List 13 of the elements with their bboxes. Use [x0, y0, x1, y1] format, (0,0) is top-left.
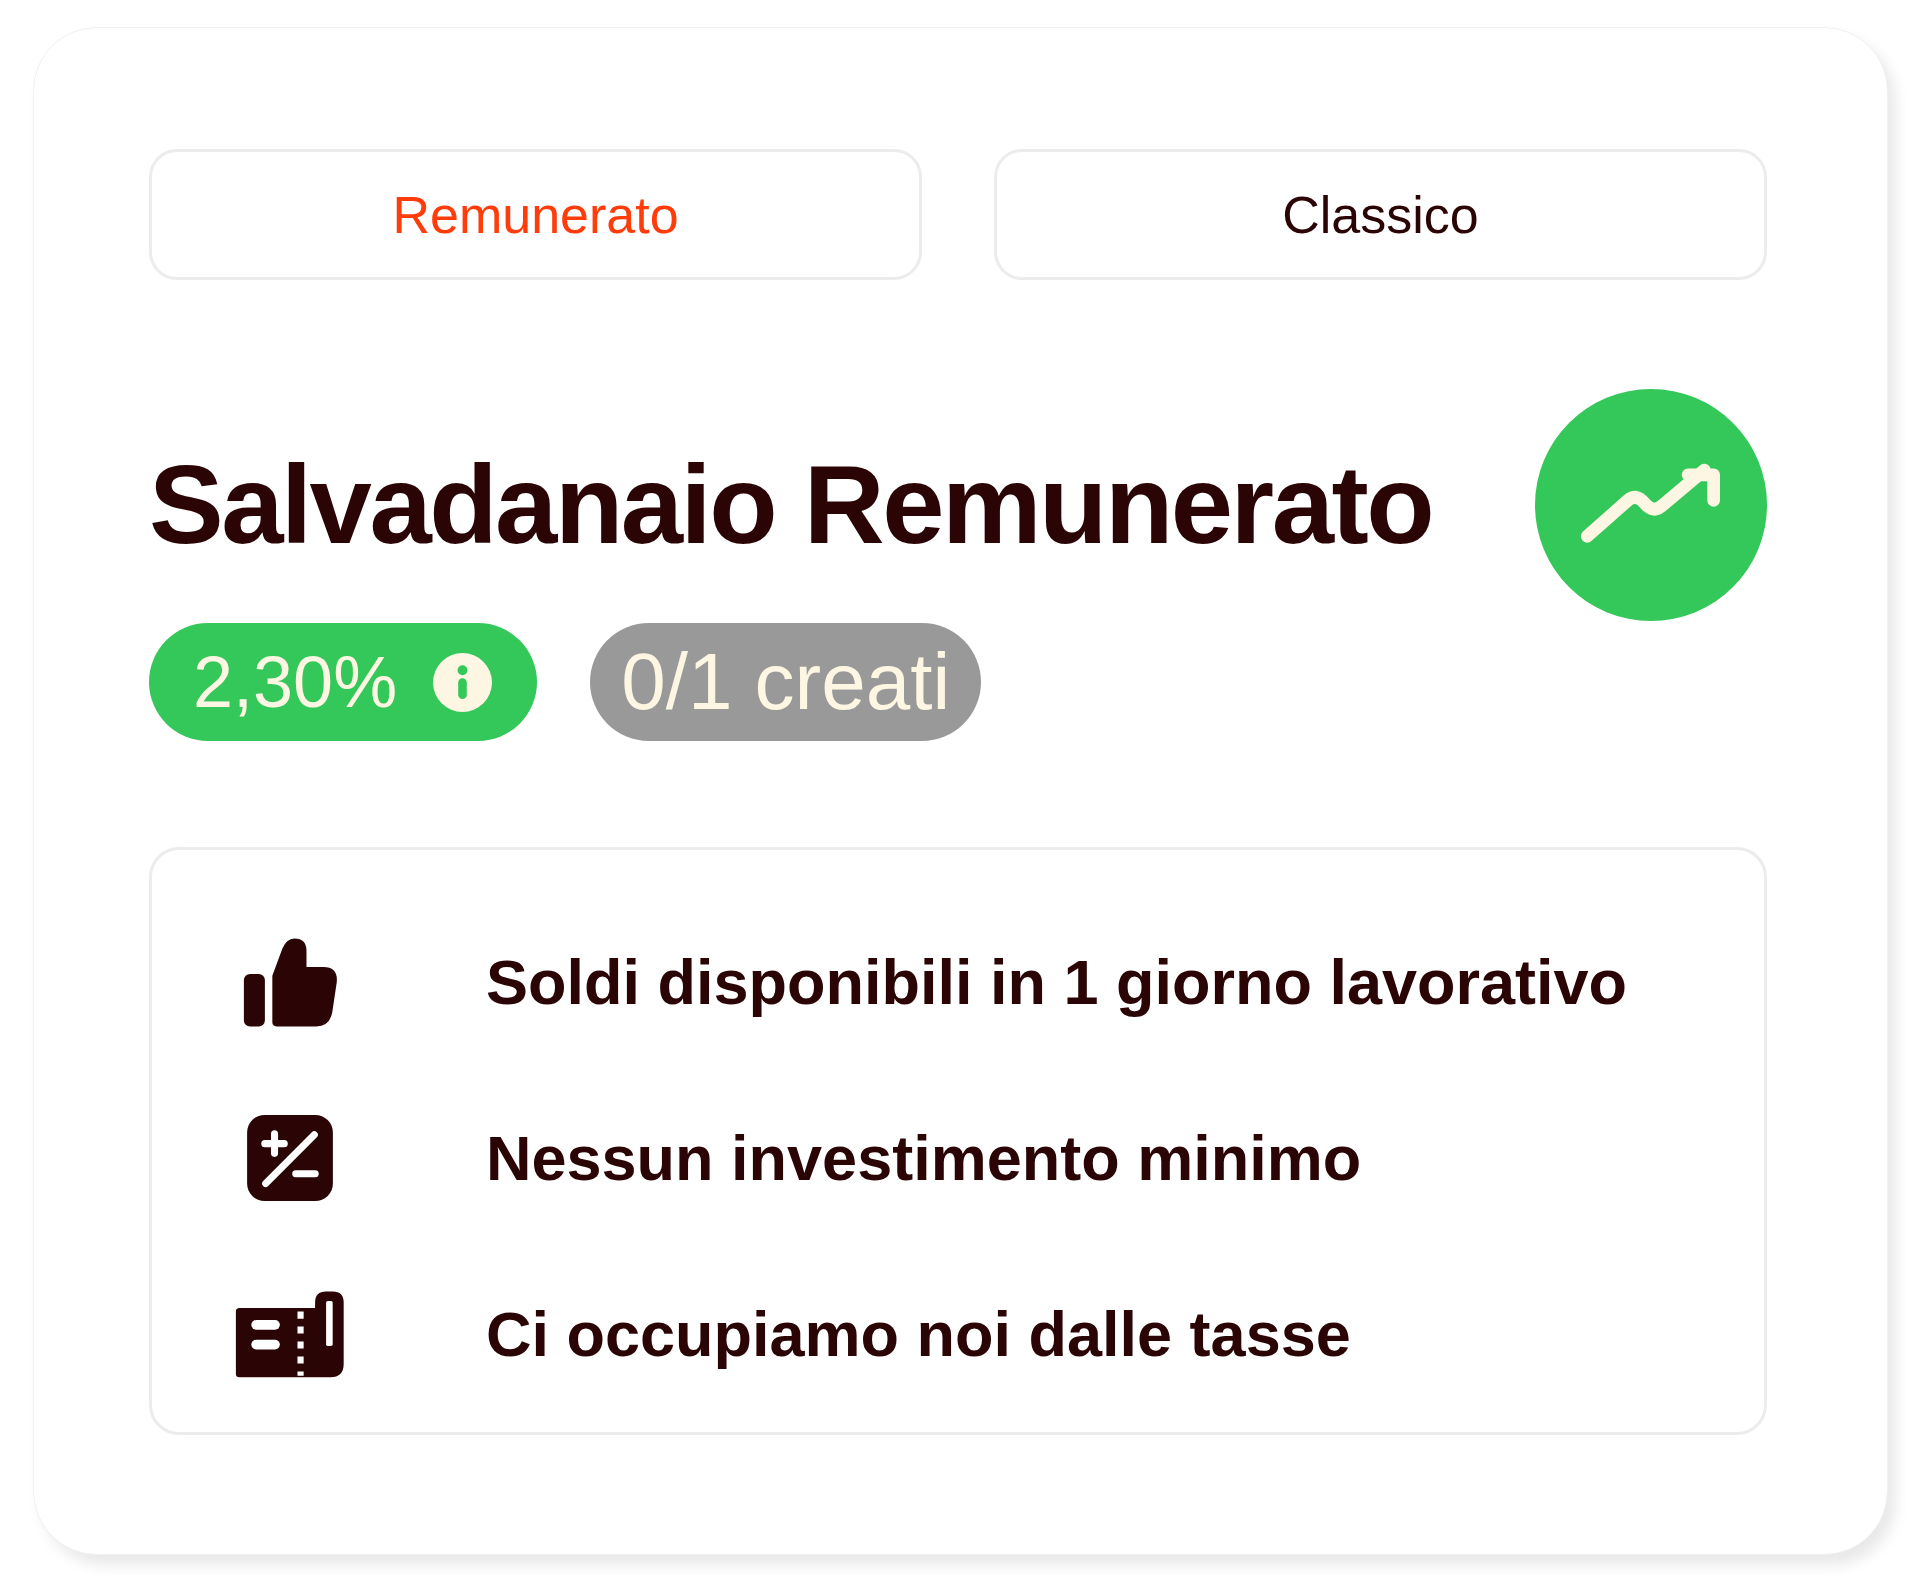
plus-minus-icon — [246, 1114, 334, 1202]
card-title: Salvadanaio Remunerato — [149, 440, 1433, 569]
feature-text: Nessun investimento minimo — [486, 1122, 1362, 1194]
info-icon[interactable] — [433, 652, 493, 712]
feature-text: Ci occupiamo noi dalle tasse — [486, 1298, 1351, 1370]
trend-up-icon — [1535, 389, 1767, 621]
tab[interactable]: Remunerato — [149, 149, 922, 280]
created-count-tag: 0/1 creati — [590, 623, 982, 741]
thumbs-up-icon — [242, 936, 338, 1028]
feature-text: Soldi disponibili in 1 giorno lavorativo — [486, 946, 1628, 1018]
ticket-icon — [235, 1289, 345, 1379]
interest-rate: 2,30% — [193, 646, 398, 718]
tab[interactable]: Classico — [994, 149, 1767, 280]
